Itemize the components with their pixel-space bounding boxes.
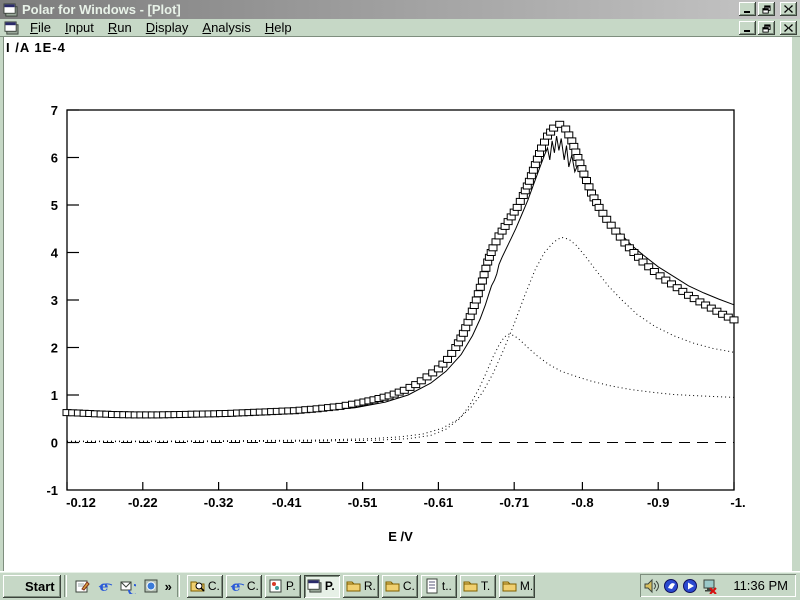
tray-clock: 11:36 PM (733, 578, 788, 593)
quicklaunch-channels[interactable] (142, 577, 160, 595)
window-title: Polar for Windows - [Plot] (22, 2, 181, 17)
task-button-5[interactable]: R. (343, 575, 379, 598)
svg-text:0: 0 (51, 436, 58, 451)
quicklaunch-internet-explorer[interactable]: e (96, 577, 114, 595)
svg-text:1: 1 (51, 388, 58, 403)
paint-app-icon (268, 578, 284, 594)
quick-launch-overflow-chevron[interactable]: » (163, 579, 174, 594)
close-button[interactable] (780, 21, 797, 35)
task-button-4-active[interactable]: P. (304, 575, 340, 598)
start-button[interactable]: Start (3, 575, 61, 598)
svg-text:e: e (231, 579, 240, 594)
media-player-2-icon[interactable] (682, 578, 698, 594)
task-button-label: R. (364, 579, 376, 593)
network-offline-icon[interactable] (701, 578, 717, 594)
svg-text:-0.8: -0.8 (571, 495, 593, 510)
polar-app-icon (307, 578, 323, 594)
svg-text:5: 5 (51, 198, 58, 213)
menu-display[interactable]: Display (139, 19, 196, 36)
restore-button[interactable] (758, 2, 775, 16)
title-bar: Polar for Windows - [Plot] (0, 0, 800, 19)
task-button-2[interactable]: e C. (226, 575, 262, 598)
task-buttons: C. e C. P. P. R. C. t.. T. M. (187, 575, 535, 598)
minimize-button[interactable] (739, 2, 756, 16)
svg-text:-0.51: -0.51 (348, 495, 378, 510)
task-button-label: M. (520, 579, 532, 593)
menu-bar: FileInputRunDisplayAnalysisHelp (0, 19, 800, 37)
internet-explorer-icon: e (229, 578, 245, 594)
media-player-1-icon[interactable] (663, 578, 679, 594)
svg-text:4: 4 (51, 246, 59, 261)
text-document-icon (424, 578, 440, 594)
svg-text:-0.9: -0.9 (647, 495, 669, 510)
folder-icon (385, 578, 401, 594)
svg-text:-0.41: -0.41 (272, 495, 302, 510)
svg-text:-1: -1 (46, 483, 58, 498)
quicklaunch-show-desktop[interactable] (73, 577, 91, 595)
system-tray: 11:36 PM (640, 574, 796, 597)
menu-items: FileInputRunDisplayAnalysisHelp (23, 19, 299, 36)
task-button-6[interactable]: C. (382, 575, 418, 598)
svg-text:-0.71: -0.71 (499, 495, 529, 510)
svg-text:-0.12: -0.12 (66, 495, 96, 510)
search-folder-icon (190, 578, 206, 594)
taskbar-separator (64, 575, 67, 597)
volume-icon[interactable] (644, 578, 660, 594)
task-button-1[interactable]: C. (187, 575, 223, 598)
menu-help[interactable]: Help (258, 19, 299, 36)
restore-button[interactable] (758, 21, 775, 35)
quicklaunch-outlook-express[interactable] (119, 577, 137, 595)
minimize-button[interactable] (739, 21, 756, 35)
folder-icon (463, 578, 479, 594)
close-button[interactable] (780, 2, 797, 16)
svg-text:-0.32: -0.32 (204, 495, 234, 510)
task-button-9[interactable]: M. (499, 575, 535, 598)
plot-client-area: I /A 1E-4 76543210-1-0.12-0.22-0.32-0.41… (3, 37, 792, 571)
task-button-label: C. (208, 579, 220, 593)
app-icon[interactable] (2, 2, 18, 18)
svg-text:3: 3 (51, 293, 58, 308)
start-label: Start (25, 579, 55, 594)
folder-icon (502, 578, 518, 594)
svg-text:-1.: -1. (730, 495, 745, 510)
task-button-7[interactable]: t.. (421, 575, 457, 598)
task-button-8[interactable]: T. (460, 575, 496, 598)
svg-text:2: 2 (51, 341, 58, 356)
menu-file[interactable]: File (23, 19, 58, 36)
svg-text:-0.61: -0.61 (424, 495, 454, 510)
svg-text:7: 7 (51, 103, 58, 118)
task-button-label: T. (481, 579, 490, 593)
windows-flag-icon (6, 578, 22, 594)
menu-run[interactable]: Run (101, 19, 139, 36)
task-button-3[interactable]: P. (265, 575, 301, 598)
quick-launch: e (70, 577, 163, 595)
taskbar-separator-2 (177, 575, 180, 597)
folder-icon (346, 578, 362, 594)
svg-text:-0.22: -0.22 (128, 495, 158, 510)
child-window-controls (739, 21, 797, 35)
svg-text:e: e (99, 579, 108, 594)
task-button-label: t.. (442, 579, 452, 593)
task-button-label: C. (247, 579, 259, 593)
svg-text:E /V: E /V (388, 529, 413, 544)
task-button-label: P. (325, 579, 335, 593)
task-button-label: P. (286, 579, 296, 593)
task-button-label: C. (403, 579, 415, 593)
svg-text:6: 6 (51, 151, 58, 166)
window-controls (739, 2, 797, 16)
child-system-menu-icon[interactable] (3, 20, 19, 36)
menu-analysis[interactable]: Analysis (195, 19, 257, 36)
plot-canvas: 7 6 5 4 3 2 1 0 -1 -0.12 -0.22 -0.32 -0.41 -0.51 -0.61… (4, 37, 793, 571)
menu-input[interactable]: Input (58, 19, 101, 36)
